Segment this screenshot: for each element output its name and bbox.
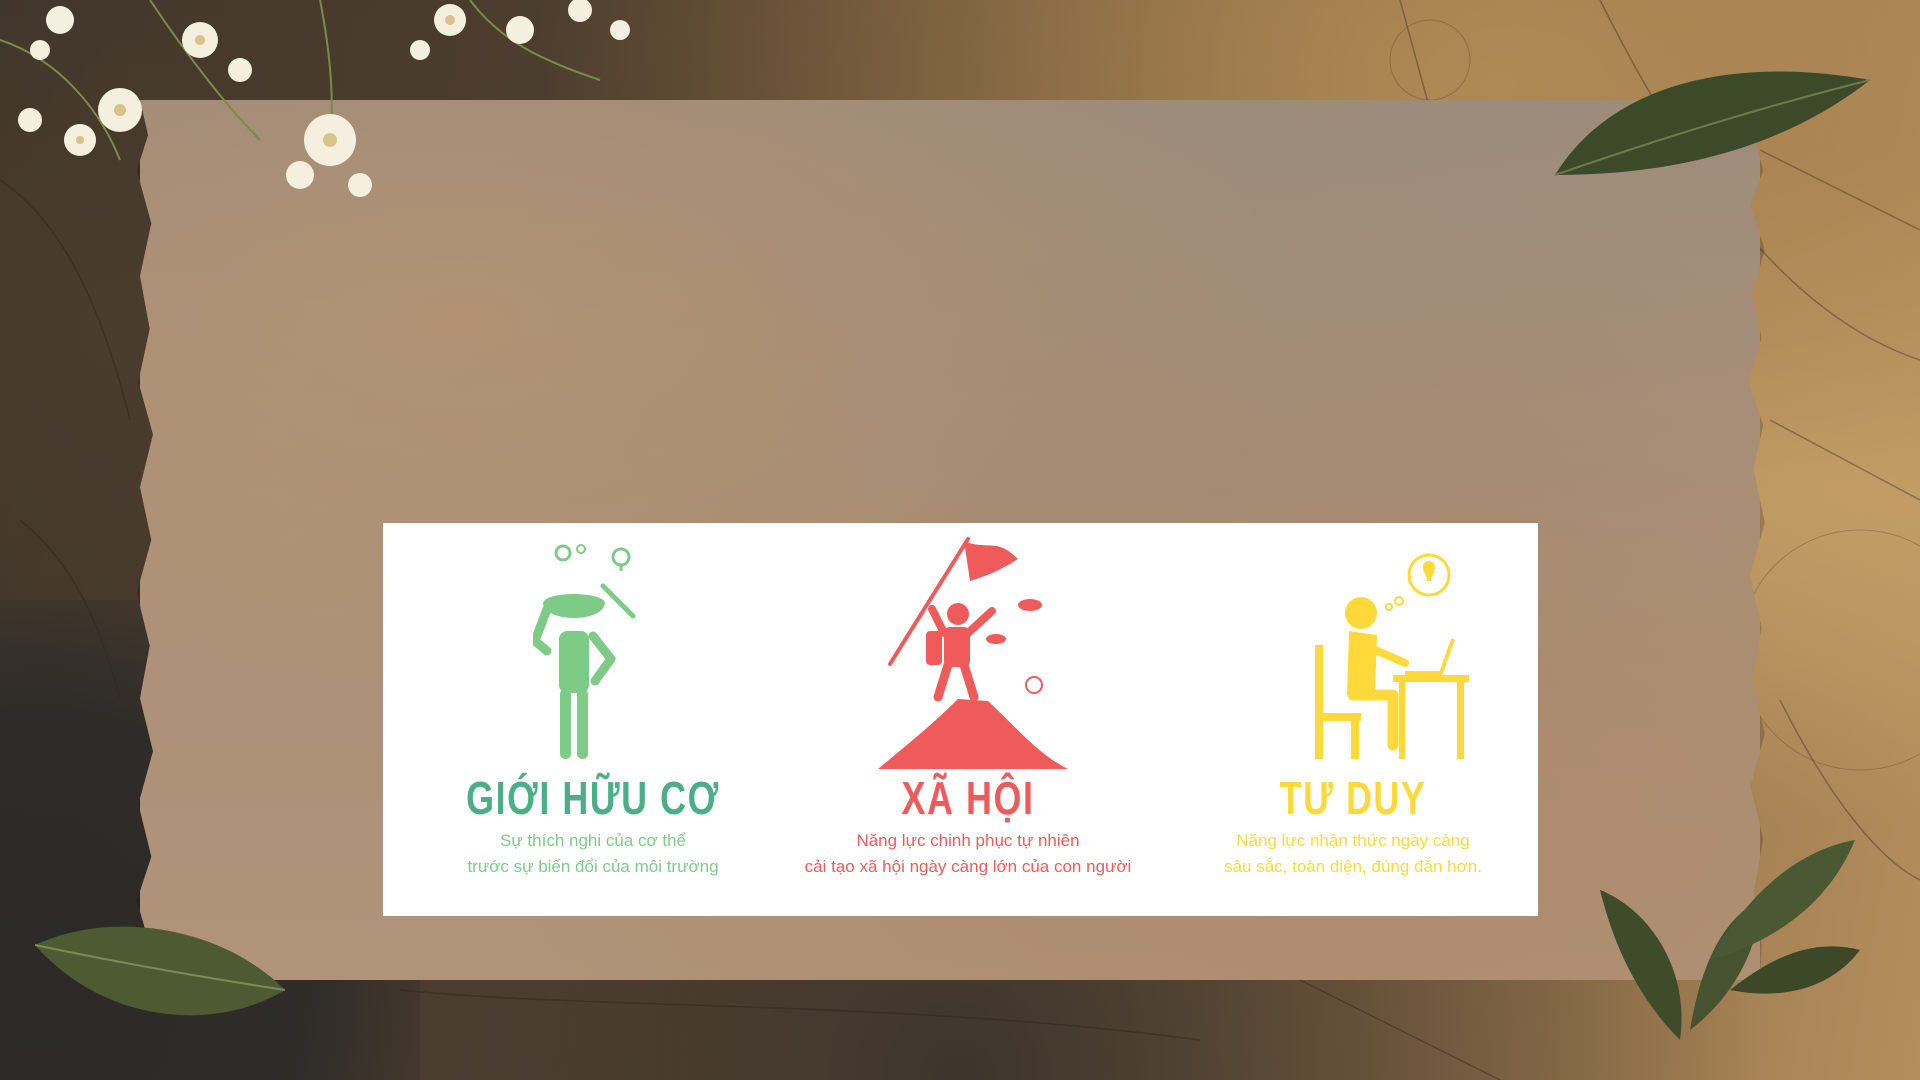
column-title: XÃ HỘI bbox=[901, 772, 1035, 824]
person-laptop-idea-icon bbox=[1315, 553, 1469, 759]
description-line-1: Sự thích nghi của cơ thể bbox=[499, 831, 687, 850]
column-description: Sự thích nghi của cơ thể trước sự biến đ… bbox=[423, 828, 763, 880]
leaves-bottom-right-decoration bbox=[1600, 840, 1860, 1040]
column-society: XÃ HỘI Năng lực chinh phục tự nhiên cải … bbox=[788, 523, 1148, 916]
column-thinking: TƯ DUY Năng lực nhận thức ngày càng sâu … bbox=[1173, 523, 1533, 916]
column-title: GIỚI HỮU CƠ bbox=[466, 772, 720, 824]
mountain-flag-climber-icon bbox=[878, 537, 1068, 769]
description-line-2: sâu sắc, toàn diện, đúng đắn hơn. bbox=[1224, 857, 1482, 876]
leaf-top-right-decoration bbox=[1554, 71, 1871, 176]
column-description: Năng lực nhận thức ngày càng sâu sắc, to… bbox=[1173, 828, 1533, 880]
column-organic-world: GIỚI HỮU CƠ Sự thích nghi của cơ thể trư… bbox=[423, 523, 763, 916]
description-line-1: Năng lực chinh phục tự nhiên bbox=[856, 831, 1080, 850]
person-thinking-gears-icon bbox=[533, 544, 636, 759]
leaf-bottom-left-decoration bbox=[34, 926, 286, 1016]
content-card: GIỚI HỮU CƠ Sự thích nghi của cơ thể trư… bbox=[383, 523, 1538, 916]
description-line-1: Năng lực nhận thức ngày càng bbox=[1236, 831, 1470, 850]
column-title: TƯ DUY bbox=[1279, 772, 1427, 824]
white-flowers-decoration bbox=[0, 0, 630, 197]
description-line-2: cải tạo xã hội ngày càng lớn của con ngư… bbox=[804, 857, 1132, 876]
column-description: Năng lực chinh phục tự nhiên cải tạo xã … bbox=[788, 828, 1148, 880]
description-line-2: trước sự biến đổi của môi trường bbox=[467, 857, 719, 876]
